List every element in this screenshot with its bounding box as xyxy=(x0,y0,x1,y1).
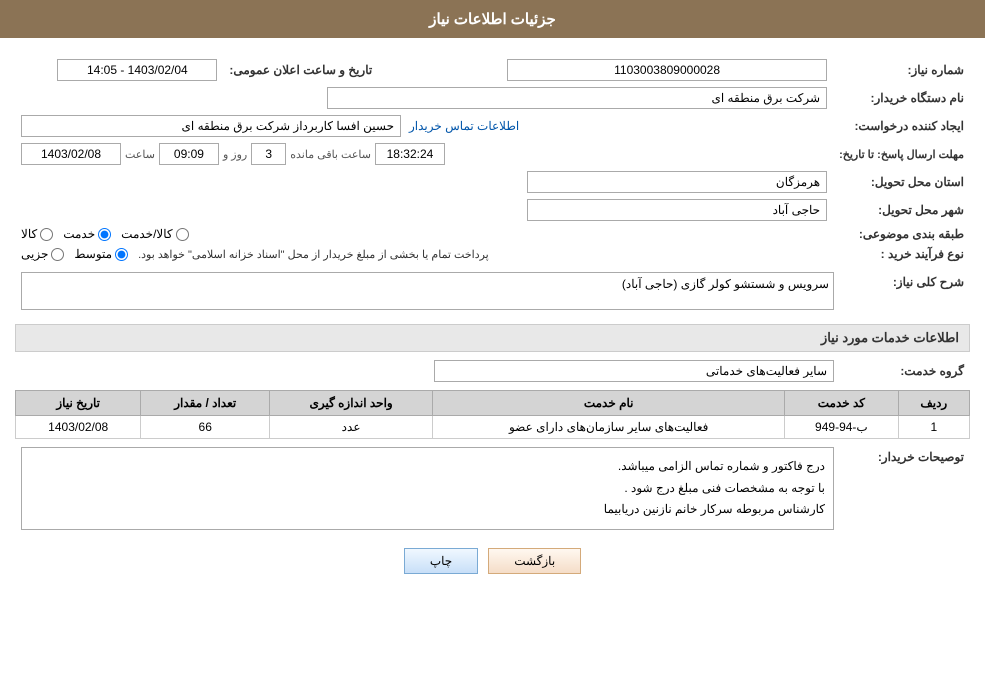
tabaqe-kala-option[interactable]: کالا xyxy=(21,227,53,241)
mohlat-label: مهلت ارسال پاسخ: تا تاریخ: xyxy=(833,140,970,168)
nam-dastgah-input[interactable] xyxy=(327,87,827,109)
tarikh-ilan-input[interactable] xyxy=(57,59,217,81)
description-line: کارشناس مربوطه سرکار خانم نازنین دریابیم… xyxy=(30,499,825,521)
rooz-input[interactable] xyxy=(251,143,286,165)
print-button[interactable]: چاپ xyxy=(404,548,478,574)
khadamat-section-title: اطلاعات خدمات مورد نیاز xyxy=(15,324,970,352)
noe-motavaset-option[interactable]: متوسط xyxy=(74,247,128,261)
ijad-konande-label: ایجاد کننده درخواست: xyxy=(833,112,970,140)
col-nam: نام خدمت xyxy=(433,391,785,416)
col-radif: ردیف xyxy=(898,391,969,416)
tabaqe-khedmat-option[interactable]: خدمت xyxy=(63,227,111,241)
sharh-koli-textarea[interactable] xyxy=(21,272,834,310)
noe-jozi-option[interactable]: جزیی xyxy=(21,247,64,261)
rooz-label: روز و xyxy=(223,148,247,161)
date-input[interactable] xyxy=(21,143,121,165)
table-row: 1ب-94-949فعالیت‌های سایر سازمان‌های دارا… xyxy=(16,416,970,439)
shahr-input[interactable] xyxy=(527,199,827,221)
page-header: جزئیات اطلاعات نیاز xyxy=(0,0,985,38)
time-label: ساعت xyxy=(125,148,155,161)
back-button[interactable]: بازگشت xyxy=(488,548,581,574)
tamas-kharidaar-link[interactable]: اطلاعات تماس خریدار xyxy=(409,119,519,133)
purchase-note: پرداخت تمام یا بخشی از مبلغ خریدار از مح… xyxy=(138,248,489,261)
description-label: توصیحات خریدار: xyxy=(840,444,970,533)
description-box: درج فاکتور و شماره تماس الزامی میباشد.با… xyxy=(21,447,834,530)
khadamat-table: ردیف کد خدمت نام خدمت واحد اندازه گیری ت… xyxy=(15,390,970,439)
ostan-label: استان محل تحویل: xyxy=(833,168,970,196)
ijad-konande-input[interactable] xyxy=(21,115,401,137)
page-title: جزئیات اطلاعات نیاز xyxy=(429,11,556,28)
goroh-label: گروه خدمت: xyxy=(840,357,970,385)
col-tedad: تعداد / مقدار xyxy=(141,391,270,416)
goroh-input[interactable] xyxy=(434,360,834,382)
nam-dastgah-label: نام دستگاه خریدار: xyxy=(833,84,970,112)
tabaqe-kalakhedmat-option[interactable]: کالا/خدمت xyxy=(121,227,188,241)
tarikh-ilan-label: تاریخ و ساعت اعلان عمومی: xyxy=(223,56,411,84)
description-line: درج فاکتور و شماره تماس الزامی میباشد. xyxy=(30,456,825,478)
description-line: با توجه به مشخصات فنی مبلغ درج شود . xyxy=(30,478,825,500)
col-kod: کد خدمت xyxy=(785,391,898,416)
ostan-input[interactable] xyxy=(527,171,827,193)
col-vahed: واحد اندازه گیری xyxy=(270,391,433,416)
remaining-input[interactable] xyxy=(375,143,445,165)
remaining-label: ساعت باقی مانده xyxy=(290,148,371,161)
shomare-niaz-input[interactable] xyxy=(507,59,827,81)
button-row: چاپ بازگشت xyxy=(15,548,970,574)
shomare-niaz-label: شماره نیاز: xyxy=(833,56,970,84)
noefarayand-label: نوع فرآیند خرید : xyxy=(833,244,970,264)
shahr-label: شهر محل تحویل: xyxy=(833,196,970,224)
time-input[interactable] xyxy=(159,143,219,165)
col-tarikh: تاریخ نیاز xyxy=(16,391,141,416)
sharh-koli-label: شرح کلی نیاز: xyxy=(840,269,970,316)
tabaqe-label: طبقه بندی موضوعی: xyxy=(833,224,970,244)
